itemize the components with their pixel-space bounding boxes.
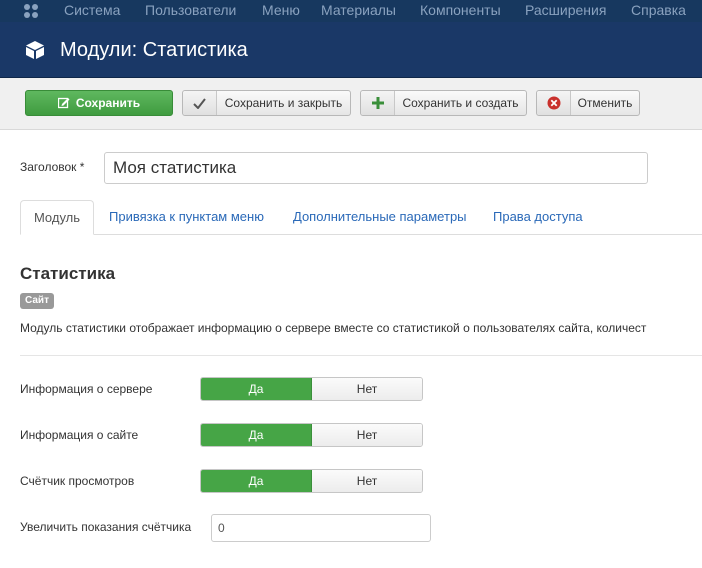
save-new-label: Сохранить и создать [402, 96, 519, 110]
server-info-label: Информация о сервере [20, 382, 153, 396]
hit-counter-yes-button[interactable]: Да [201, 470, 312, 492]
tab-permissions[interactable]: Права доступа [493, 200, 583, 235]
tab-module[interactable]: Модуль [20, 200, 94, 235]
cancel-label: Отменить [577, 96, 633, 110]
nav-menu-system[interactable]: Система [64, 2, 120, 18]
save-new-button[interactable]: Сохранить и создать [360, 90, 527, 116]
checkmark-icon [183, 91, 217, 115]
plus-icon [361, 91, 395, 115]
nav-menu-users[interactable]: Пользователи [145, 2, 236, 18]
tab-advanced[interactable]: Дополнительные параметры [293, 200, 467, 235]
top-navbar: Система Пользователи Меню Материалы Комп… [0, 0, 702, 22]
cube-icon [26, 41, 44, 59]
module-heading: Статистика [20, 264, 116, 283]
toolbar: Сохранить Сохранить и закрыть Сохранить … [0, 78, 702, 130]
server-info-no-button[interactable]: Нет [312, 378, 422, 400]
title-input[interactable] [104, 152, 648, 184]
increase-counter-label: Увеличить показания счётчика [20, 520, 192, 534]
page-title: Модули: Статистика [60, 39, 248, 61]
site-badge: Сайт [20, 293, 54, 309]
page-header: Модули: Статистика [0, 22, 702, 78]
save-button[interactable]: Сохранить [25, 90, 173, 116]
nav-menu-help[interactable]: Справка [631, 2, 686, 18]
nav-menu-menus[interactable]: Меню [262, 2, 300, 18]
save-close-label: Сохранить и закрыть [224, 96, 343, 110]
cancel-circle-icon [537, 91, 571, 115]
hit-counter-toggle: Да Нет [200, 469, 423, 493]
site-info-yes-button[interactable]: Да [201, 424, 312, 446]
save-close-button[interactable]: Сохранить и закрыть [182, 90, 351, 116]
save-button-label: Сохранить [75, 96, 141, 110]
server-info-toggle: Да Нет [200, 377, 423, 401]
hit-counter-label: Счётчик просмотров [20, 474, 135, 488]
module-description: Модуль статистики отображает информацию … [20, 321, 647, 335]
cancel-button[interactable]: Отменить [536, 90, 640, 116]
site-info-no-button[interactable]: Нет [312, 424, 422, 446]
site-info-label: Информация о сайте [20, 428, 139, 442]
nav-menu-extensions[interactable]: Расширения [525, 2, 606, 18]
edit-icon [57, 97, 70, 109]
tab-menu-assignment[interactable]: Привязка к пунктам меню [109, 200, 264, 235]
title-field-label: Заголовок * [20, 160, 85, 174]
nav-menu-components[interactable]: Компоненты [420, 2, 501, 18]
hit-counter-no-button[interactable]: Нет [312, 470, 422, 492]
joomla-logo-icon[interactable] [22, 2, 40, 20]
increase-counter-input[interactable] [211, 514, 431, 542]
divider [20, 355, 702, 356]
nav-menu-content[interactable]: Материалы [321, 2, 396, 18]
site-info-toggle: Да Нет [200, 423, 423, 447]
server-info-yes-button[interactable]: Да [201, 378, 312, 400]
